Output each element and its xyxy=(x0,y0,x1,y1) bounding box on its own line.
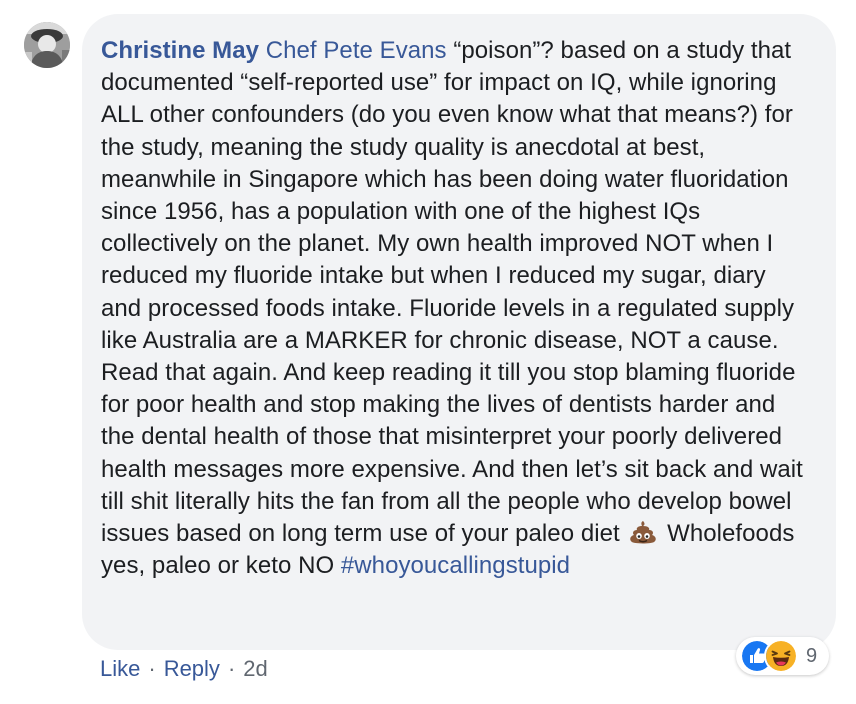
haha-reaction-icon xyxy=(764,639,798,673)
reaction-count: 9 xyxy=(806,644,818,667)
comment-author-link[interactable]: Christine May xyxy=(101,37,259,64)
reply-button[interactable]: Reply xyxy=(164,656,220,682)
comment-body-main: “poison”? based on a study that document… xyxy=(101,37,803,548)
reactions-summary[interactable]: 9 xyxy=(736,637,830,675)
like-button[interactable]: Like xyxy=(100,656,140,682)
comment-bubble: Christine May Chef Pete Evans “poison”? … xyxy=(82,14,836,650)
pile-of-poo-emoji-icon xyxy=(628,519,658,545)
comment-timestamp[interactable]: 2d xyxy=(243,656,267,682)
hashtag-link[interactable]: #whoyoucallingstupid xyxy=(341,552,570,579)
action-separator: · xyxy=(148,656,156,681)
avatar-photo xyxy=(24,22,70,68)
action-separator: · xyxy=(227,656,236,681)
author-avatar[interactable] xyxy=(24,22,70,68)
comment-text: Christine May Chef Pete Evans “poison”? … xyxy=(101,35,812,582)
comment-actions: Like · Reply · 2d xyxy=(100,656,268,682)
mention-link[interactable]: Chef Pete Evans xyxy=(266,37,447,64)
